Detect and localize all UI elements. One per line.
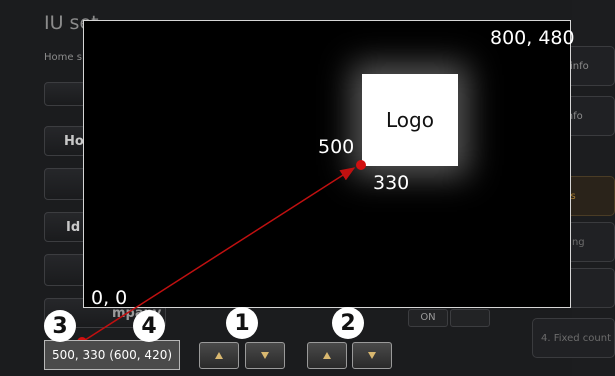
x-increase-button[interactable]: [199, 342, 239, 369]
target-point-marker[interactable]: [356, 160, 366, 170]
arrow-down-icon: [368, 352, 376, 359]
y-increase-button[interactable]: [307, 342, 347, 369]
arrow-down-icon: [261, 352, 269, 359]
y-decrease-button[interactable]: [352, 342, 392, 369]
position-field[interactable]: 500, 330 (600, 420): [44, 340, 180, 370]
step-badge-1: 1: [226, 307, 258, 339]
arrow-up-icon: [323, 352, 331, 359]
step-badge-4: 4: [133, 310, 165, 342]
arrow-line: [81, 167, 356, 343]
arrow-up-icon: [215, 352, 223, 359]
step-badge-3: 3: [44, 310, 76, 342]
step-badge-2: 2: [332, 307, 364, 339]
x-decrease-button[interactable]: [245, 342, 285, 369]
position-arrow: [81, 167, 356, 343]
